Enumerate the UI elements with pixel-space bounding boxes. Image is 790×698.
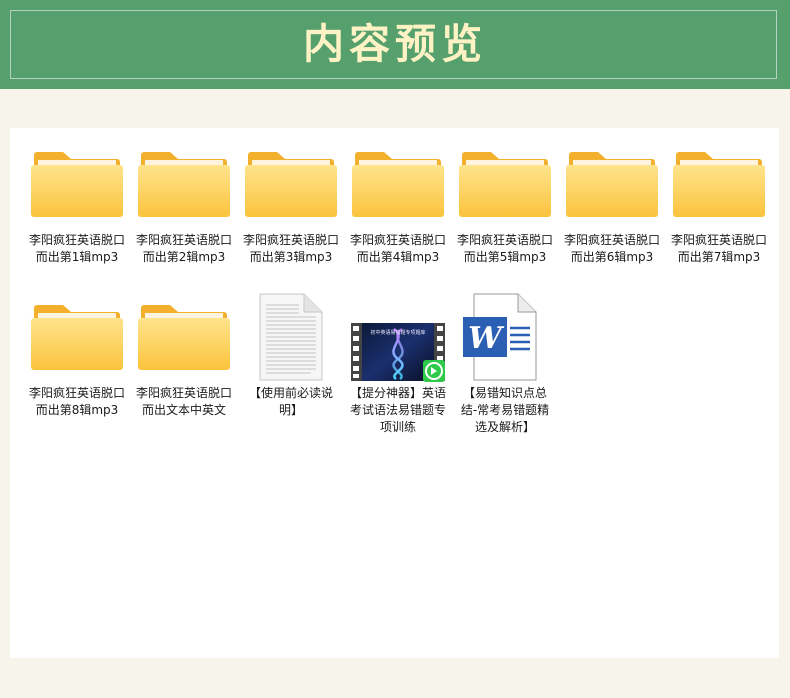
header-banner: 内容预览 [0, 0, 790, 89]
file-name: 李阳疯狂英语脱口而出第4辑mp3 [349, 233, 446, 264]
file-name: 李阳疯狂英语脱口而出第3辑mp3 [242, 233, 339, 264]
video-file-icon: 初中英语易错题专项题库 [348, 293, 448, 383]
page-title: 内容预览 [303, 20, 487, 68]
file-item-readme[interactable]: 【使用前必读说明】 [241, 293, 341, 419]
folder-icon [27, 299, 127, 383]
folder-icon [348, 146, 448, 230]
file-name: 李阳疯狂英语脱口而出第1辑mp3 [28, 233, 125, 264]
folder-icon [455, 146, 555, 230]
file-name: 李阳疯狂英语脱口而出文本中英文 [135, 386, 232, 417]
folder-icon [134, 146, 234, 230]
folder-icon [241, 146, 341, 230]
folder-icon [27, 146, 127, 230]
word-document-icon: W [455, 293, 555, 383]
file-grid-panel: 李阳疯狂英语脱口而出第1辑mp3 李阳疯狂英语脱口而出第2辑mp3 李阳疯狂英语… [10, 128, 779, 658]
file-item-folder-8[interactable]: 李阳疯狂英语脱口而出第8辑mp3 [27, 299, 127, 419]
file-item-folder-2[interactable]: 李阳疯狂英语脱口而出第2辑mp3 [134, 146, 234, 266]
file-item-folder-5[interactable]: 李阳疯狂英语脱口而出第5辑mp3 [455, 146, 555, 266]
file-item-video[interactable]: 初中英语易错题专项题库 【提分神器】英语考试语法易错题专项训练 [348, 293, 448, 436]
file-item-folder-text[interactable]: 李阳疯狂英语脱口而出文本中英文 [134, 299, 234, 419]
file-item-folder-7[interactable]: 李阳疯狂英语脱口而出第7辑mp3 [669, 146, 769, 266]
file-item-folder-4[interactable]: 李阳疯狂英语脱口而出第4辑mp3 [348, 146, 448, 266]
file-item-folder-6[interactable]: 李阳疯狂英语脱口而出第6辑mp3 [562, 146, 662, 266]
folder-icon [669, 146, 769, 230]
file-item-folder-1[interactable]: 李阳疯狂英语脱口而出第1辑mp3 [27, 146, 127, 266]
file-name: 李阳疯狂英语脱口而出第8辑mp3 [28, 386, 125, 417]
video-thumbnail-caption: 初中英语易错题专项题库 [370, 329, 425, 336]
text-document-icon [241, 293, 341, 383]
file-name: 李阳疯狂英语脱口而出第5辑mp3 [456, 233, 553, 264]
folder-icon [134, 299, 234, 383]
file-name: 李阳疯狂英语脱口而出第2辑mp3 [135, 233, 232, 264]
file-name: 【使用前必读说明】 [248, 386, 333, 417]
file-name: 李阳疯狂英语脱口而出第7辑mp3 [670, 233, 767, 264]
file-name: 李阳疯狂英语脱口而出第6辑mp3 [563, 233, 660, 264]
file-item-folder-3[interactable]: 李阳疯狂英语脱口而出第3辑mp3 [241, 146, 341, 266]
folder-icon [562, 146, 662, 230]
file-name: 【易错知识点总结-常考易错题精选及解析】 [460, 386, 550, 434]
file-name: 【提分神器】英语考试语法易错题专项训练 [349, 386, 446, 434]
file-item-word-doc[interactable]: W 【易错知识点总结-常考易错题精选及解析】 [455, 293, 555, 436]
svg-text:W: W [468, 321, 505, 356]
